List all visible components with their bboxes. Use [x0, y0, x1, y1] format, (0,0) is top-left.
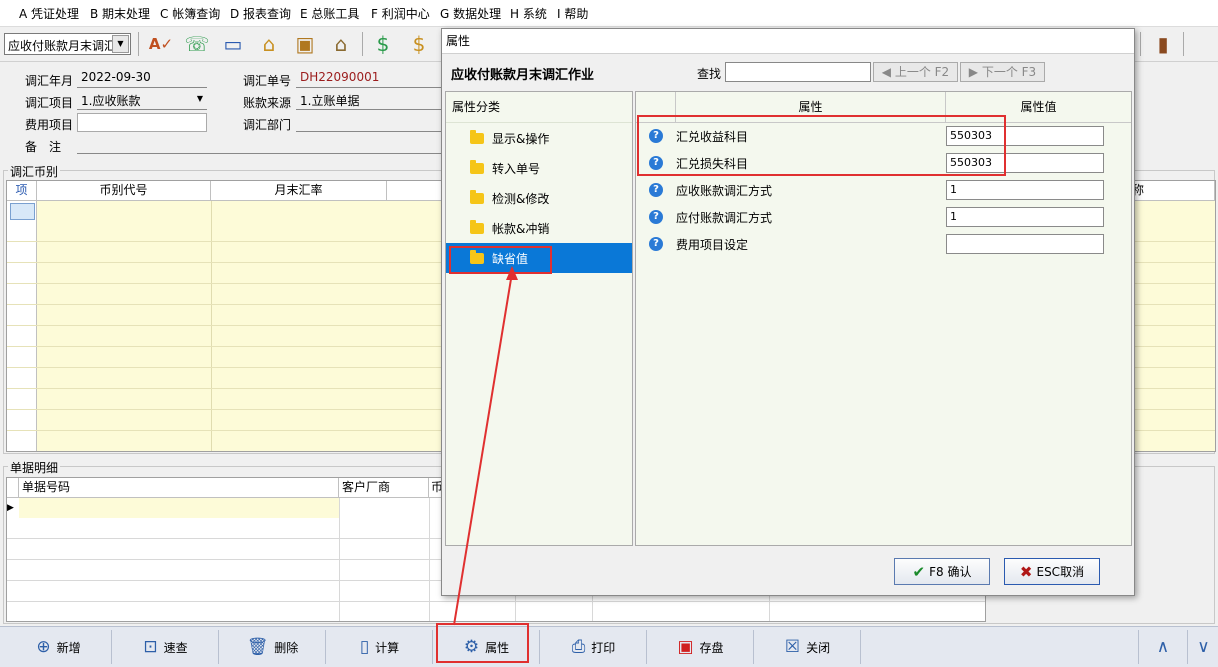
annotation-arrow — [453, 266, 518, 626]
